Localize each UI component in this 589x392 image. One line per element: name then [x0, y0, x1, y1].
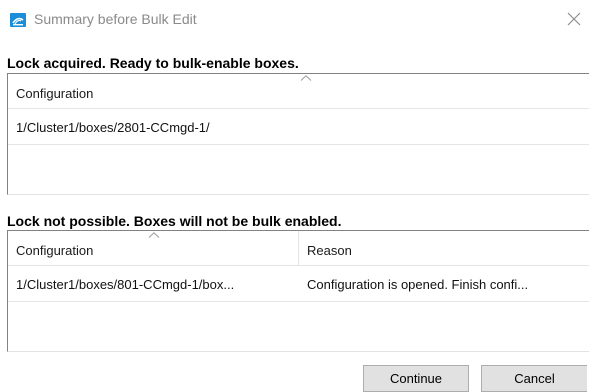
lock-not-possible-label: Lock not possible. Boxes will not be bul…	[7, 213, 342, 229]
column-header-reason[interactable]: Reason	[299, 231, 589, 265]
lock-not-possible-list[interactable]: Configuration Reason 1/Cluster1/boxes/80…	[7, 230, 589, 352]
app-icon	[10, 13, 26, 27]
title-bar: Summary before Bulk Edit	[0, 0, 589, 40]
continue-button[interactable]: Continue	[363, 365, 469, 392]
sort-ascending-icon	[300, 75, 312, 81]
list-header: Configuration	[8, 74, 589, 109]
list-item[interactable]: 1/Cluster1/boxes/2801-CCmgd-1/	[8, 112, 589, 145]
list-item[interactable]: 1/Cluster1/boxes/801-CCmgd-1/box... Conf…	[8, 269, 589, 302]
reason-cell: Configuration is opened. Finish confi...	[307, 277, 529, 292]
sort-ascending-icon	[148, 232, 160, 238]
configuration-cell: 1/Cluster1/boxes/801-CCmgd-1/box...	[16, 277, 235, 292]
lock-acquired-list[interactable]: Configuration 1/Cluster1/boxes/2801-CCmg…	[7, 73, 589, 195]
close-icon[interactable]	[565, 10, 583, 28]
configuration-cell: 1/Cluster1/boxes/2801-CCmgd-1/	[16, 120, 210, 135]
lock-acquired-label: Lock acquired. Ready to bulk-enable boxe…	[7, 55, 299, 71]
column-header-configuration[interactable]: Configuration	[8, 74, 588, 108]
window-title: Summary before Bulk Edit	[34, 11, 197, 27]
cancel-button[interactable]: Cancel	[481, 365, 587, 392]
list-header: Configuration Reason	[8, 231, 589, 266]
